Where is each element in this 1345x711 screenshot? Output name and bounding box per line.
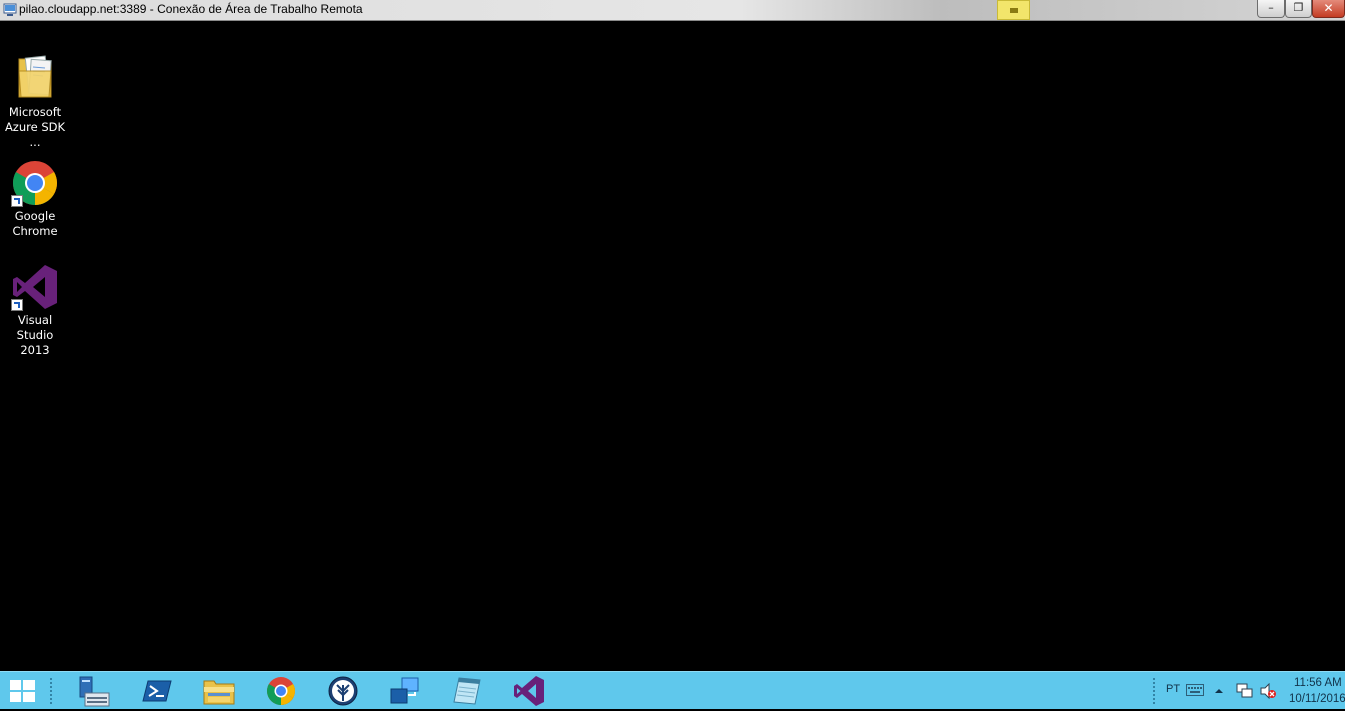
taskbar: PT 11:56 AM 10/11/2016 xyxy=(0,671,1345,709)
clock-time[interactable]: 11:56 AM xyxy=(1294,677,1342,689)
speaker-muted-icon[interactable] xyxy=(1259,683,1277,699)
desktop-icon-label: Visual Studio 2013 xyxy=(0,313,70,358)
label-line-1: Visual Studio xyxy=(16,313,54,342)
tray-gripper[interactable] xyxy=(1152,677,1156,705)
connection-bar-pin-icon[interactable] xyxy=(997,0,1030,20)
remote-desktop-icon xyxy=(390,677,419,704)
taskbar-visual-studio[interactable] xyxy=(512,675,546,707)
taskbar-gripper[interactable] xyxy=(49,677,53,705)
desktop-icon-visual-studio-2013[interactable]: Visual Studio 2013 xyxy=(0,263,70,358)
server-manager-icon xyxy=(79,676,110,707)
taskbar-notepad[interactable] xyxy=(450,675,484,707)
keyboard-icon[interactable] xyxy=(1186,684,1204,696)
window-title: pilao.cloudapp.net:3389 - Conexão de Áre… xyxy=(19,2,363,16)
visual-studio-icon xyxy=(514,676,544,706)
shortcut-arrow-icon xyxy=(11,299,23,311)
language-indicator[interactable]: PT xyxy=(1166,683,1180,695)
label-line-1: Google xyxy=(14,209,56,223)
notepad-icon xyxy=(453,677,481,705)
desktop-icon-label: Microsoft Azure SDK ... xyxy=(0,105,70,150)
minimize-button[interactable]: – xyxy=(1257,0,1285,18)
remote-desktop-icon xyxy=(3,3,17,16)
minimize-icon: – xyxy=(1268,1,1274,14)
start-button[interactable] xyxy=(6,675,40,707)
clock-date[interactable]: 10/11/2016 xyxy=(1289,693,1345,705)
label-line-2: 2013 xyxy=(20,343,50,357)
label-line-2: Chrome xyxy=(12,224,58,238)
folder-icon xyxy=(18,55,52,98)
close-icon: ✕ xyxy=(1323,1,1334,15)
label-line-2: Azure SDK ... xyxy=(4,120,66,149)
desktop-icon-label: Google Chrome xyxy=(0,209,70,239)
taskbar-server-manager[interactable] xyxy=(77,675,111,707)
windows-logo-icon xyxy=(10,680,35,702)
remote-desktop-area[interactable]: Microsoft Azure SDK ... Google Chrome Vi… xyxy=(0,21,1345,671)
desktop-icon-azure-sdk[interactable]: Microsoft Azure SDK ... xyxy=(0,51,70,150)
taskbar-powershell[interactable] xyxy=(140,675,174,707)
desktop-icon-google-chrome[interactable]: Google Chrome xyxy=(0,159,70,239)
taskbar-file-explorer[interactable] xyxy=(202,675,236,707)
show-hidden-icons-chevron-up-icon[interactable] xyxy=(1214,687,1224,695)
shortcut-arrow-icon xyxy=(11,195,23,207)
taskbar-chrome[interactable] xyxy=(264,675,298,707)
close-button[interactable]: ✕ xyxy=(1312,0,1345,18)
restore-button[interactable]: ❐ xyxy=(1285,0,1312,18)
label-line-1: Microsoft xyxy=(8,105,62,119)
network-icon[interactable] xyxy=(1236,683,1254,699)
restore-icon: ❐ xyxy=(1293,1,1304,14)
powershell-icon xyxy=(142,680,172,702)
chrome-icon xyxy=(267,677,295,705)
taskbar-remote-desktop[interactable] xyxy=(388,675,422,707)
file-explorer-icon xyxy=(203,680,235,705)
sourcetree-icon xyxy=(328,676,358,706)
rdp-title-bar[interactable]: pilao.cloudapp.net:3389 - Conexão de Áre… xyxy=(0,0,1345,21)
taskbar-sourcetree[interactable] xyxy=(326,675,360,707)
